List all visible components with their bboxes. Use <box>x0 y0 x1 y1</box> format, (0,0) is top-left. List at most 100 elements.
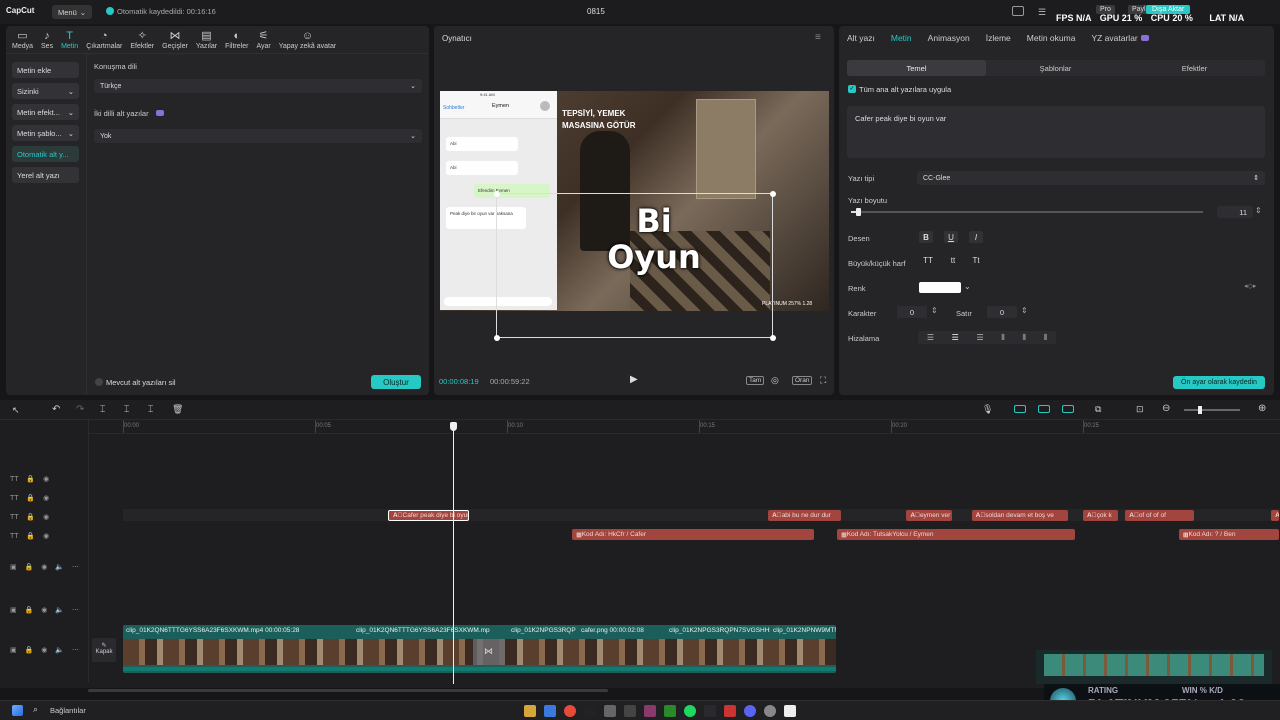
app-icon[interactable] <box>624 705 636 717</box>
bilingual-select[interactable]: Yok ⌄ <box>94 129 422 143</box>
magnet-icon[interactable] <box>1014 405 1026 413</box>
underline-button[interactable]: U <box>944 231 958 243</box>
transition-block[interactable]: ⋈ <box>473 639 505 665</box>
tiktok-icon[interactable] <box>584 705 596 717</box>
undo-icon[interactable]: ↶ <box>52 404 60 415</box>
lock-icon[interactable]: 🔒 <box>26 495 35 502</box>
tab-subtitle[interactable]: Alt yazı <box>847 33 875 43</box>
spotify-icon[interactable] <box>684 705 696 717</box>
resize-handle[interactable] <box>770 335 776 341</box>
eye-icon[interactable]: ◉ <box>41 607 47 614</box>
zoom-slider-handle[interactable] <box>1198 406 1202 414</box>
file-explorer-icon[interactable] <box>524 705 536 717</box>
titlecase-button[interactable]: Tt <box>967 256 985 265</box>
more-icon[interactable]: ⋯ <box>72 607 79 614</box>
app-icon[interactable] <box>644 705 656 717</box>
subtab-effects[interactable]: Efektler <box>1125 60 1264 76</box>
tab-transitions[interactable]: ⋈ Geçişler <box>158 26 192 54</box>
tab-ai-avatar[interactable]: ☺ Yapay zekâ avatar <box>275 26 340 54</box>
menu-icon[interactable]: ≡ <box>815 32 821 43</box>
eye-icon[interactable]: ◉ <box>41 647 47 654</box>
tab-text[interactable]: Metin <box>891 33 912 43</box>
ratio-button[interactable]: Oran <box>792 376 813 385</box>
tab-adjust[interactable]: ⚟ Ayar <box>252 26 274 54</box>
zoom-slider[interactable] <box>1184 406 1240 414</box>
play-icon[interactable]: ▶ <box>630 374 638 385</box>
split-screen-icon[interactable]: ⧉ <box>1095 404 1101 415</box>
sidebar-item-local-captions[interactable]: Yerel alt yazı <box>12 167 79 183</box>
horizontal-scrollbar[interactable] <box>88 689 608 692</box>
trim-left-icon[interactable]: ⌶ <box>124 404 129 415</box>
tab-effects[interactable]: ✧ Efektler <box>126 26 158 54</box>
stepper-icon[interactable]: ⇕ <box>931 306 938 315</box>
timeline-clip[interactable]: A⃞ of of of of <box>1125 510 1195 521</box>
store-icon[interactable] <box>544 705 556 717</box>
app-icon[interactable] <box>604 705 616 717</box>
eye-icon[interactable]: ◉ <box>43 533 49 540</box>
project-name[interactable]: 0815 <box>587 7 605 16</box>
preview-axis-icon[interactable] <box>1062 405 1074 413</box>
create-button[interactable]: Oluştur <box>371 375 421 389</box>
main-video-track[interactable]: clip_01K2QN6TTTG6YSS6A23F6SXKWM.mp4 00:0… <box>123 625 836 673</box>
size-slider-track[interactable] <box>851 208 1203 216</box>
align-top-icon[interactable]: ⦀ <box>1001 333 1005 343</box>
timeline-clip[interactable]: A⃞ Cafer peak diye bi oyun <box>387 510 469 521</box>
timeline-clip[interactable]: A⃞ soldan devam et boş ve <box>971 510 1068 521</box>
tab-captions[interactable]: ▤ Yazılar <box>192 26 221 54</box>
eye-icon[interactable]: ◉ <box>41 564 47 571</box>
timeline-clip[interactable]: ⊞ Kod Adı: HkCfr / Cafer <box>572 529 815 540</box>
redo-icon[interactable]: ↷ <box>76 404 84 415</box>
tab-filters[interactable]: ◐ Filtreler <box>221 26 252 54</box>
keyframe-icon[interactable]: ◂◇▸ <box>1244 282 1256 290</box>
lock-icon[interactable]: 🔒 <box>25 564 34 571</box>
align-right-icon[interactable]: ☰ <box>976 333 983 342</box>
timeline-clip[interactable]: A⃞ çok k <box>1083 510 1118 521</box>
sidebar-item-auto-captions[interactable]: Otomatik alt y... <box>12 146 79 162</box>
speaker-icon[interactable]: 🔈 <box>55 647 64 654</box>
stepper-icon[interactable]: ⇕ <box>1021 306 1028 315</box>
lock-icon[interactable]: 🔒 <box>26 476 35 483</box>
subtab-basic[interactable]: Temel <box>847 60 986 76</box>
layout-icon[interactable] <box>1012 6 1024 16</box>
snapshot-icon[interactable]: ◎ <box>771 375 779 386</box>
sidebar-item-add-text[interactable]: Metin ekle <box>12 62 79 78</box>
discord-icon[interactable] <box>744 705 756 717</box>
speaker-icon[interactable]: 🔈 <box>55 607 64 614</box>
timeline-clip[interactable]: A⃞ abi bu ne dur dur <box>768 510 842 521</box>
microphone-icon[interactable]: 🎙 <box>982 404 993 415</box>
tab-text[interactable]: T Metin <box>57 26 82 54</box>
size-slider-handle[interactable] <box>856 208 862 216</box>
fullscreen-quality-button[interactable]: Tam <box>746 376 765 385</box>
sidebar-item-yours[interactable]: Sizinki ⌄ <box>12 83 79 99</box>
align-left-icon[interactable]: ☰ <box>927 333 934 342</box>
tab-animation[interactable]: Animasyon <box>928 33 970 43</box>
tab-media[interactable]: ▭ Medya <box>8 26 37 54</box>
timeline-clip[interactable]: ⊞ Kod Adı: ? / Ben <box>1179 529 1279 540</box>
align-center-icon[interactable]: ☰ <box>952 333 959 342</box>
zoom-out-icon[interactable]: ⊖ <box>1162 403 1170 414</box>
app-icon[interactable] <box>764 705 776 717</box>
line-spacing-input[interactable]: 0 <box>987 306 1017 318</box>
apply-all-checkbox[interactable]: ✓ <box>848 85 856 93</box>
speaker-icon[interactable]: 🔈 <box>55 564 64 571</box>
sidebar-item-text-templates[interactable]: Metin şablo... ⌄ <box>12 125 79 141</box>
trim-right-icon[interactable]: ⌶ <box>148 404 153 415</box>
timeline-clip[interactable]: A⃞ kc <box>1271 510 1279 521</box>
playhead-handle[interactable] <box>450 422 458 431</box>
size-input[interactable]: 11 <box>1217 206 1253 218</box>
more-icon[interactable]: ⋯ <box>72 564 79 571</box>
resize-handle[interactable] <box>494 191 500 197</box>
more-icon[interactable]: ⋯ <box>72 647 79 654</box>
timeline-clip[interactable]: ⊞ Kod Adı: TutsakYolcu / Eymen <box>837 529 1076 540</box>
app-icon[interactable] <box>724 705 736 717</box>
uppercase-button[interactable]: TT <box>919 256 937 265</box>
chrome-icon[interactable] <box>564 705 576 717</box>
zoom-in-icon[interactable]: ⊕ <box>1258 403 1266 414</box>
tab-text-to-speech[interactable]: Metin okuma <box>1027 33 1076 43</box>
lock-icon[interactable]: 🔒 <box>25 647 34 654</box>
subtab-templates[interactable]: Şablonlar <box>986 60 1125 76</box>
eye-icon[interactable]: ◉ <box>43 514 49 521</box>
windows-start-icon[interactable] <box>12 705 23 716</box>
text-content-input[interactable]: Cafer peak diye bi oyun var <box>847 106 1265 158</box>
cursor-icon[interactable]: ↖ <box>12 405 20 416</box>
